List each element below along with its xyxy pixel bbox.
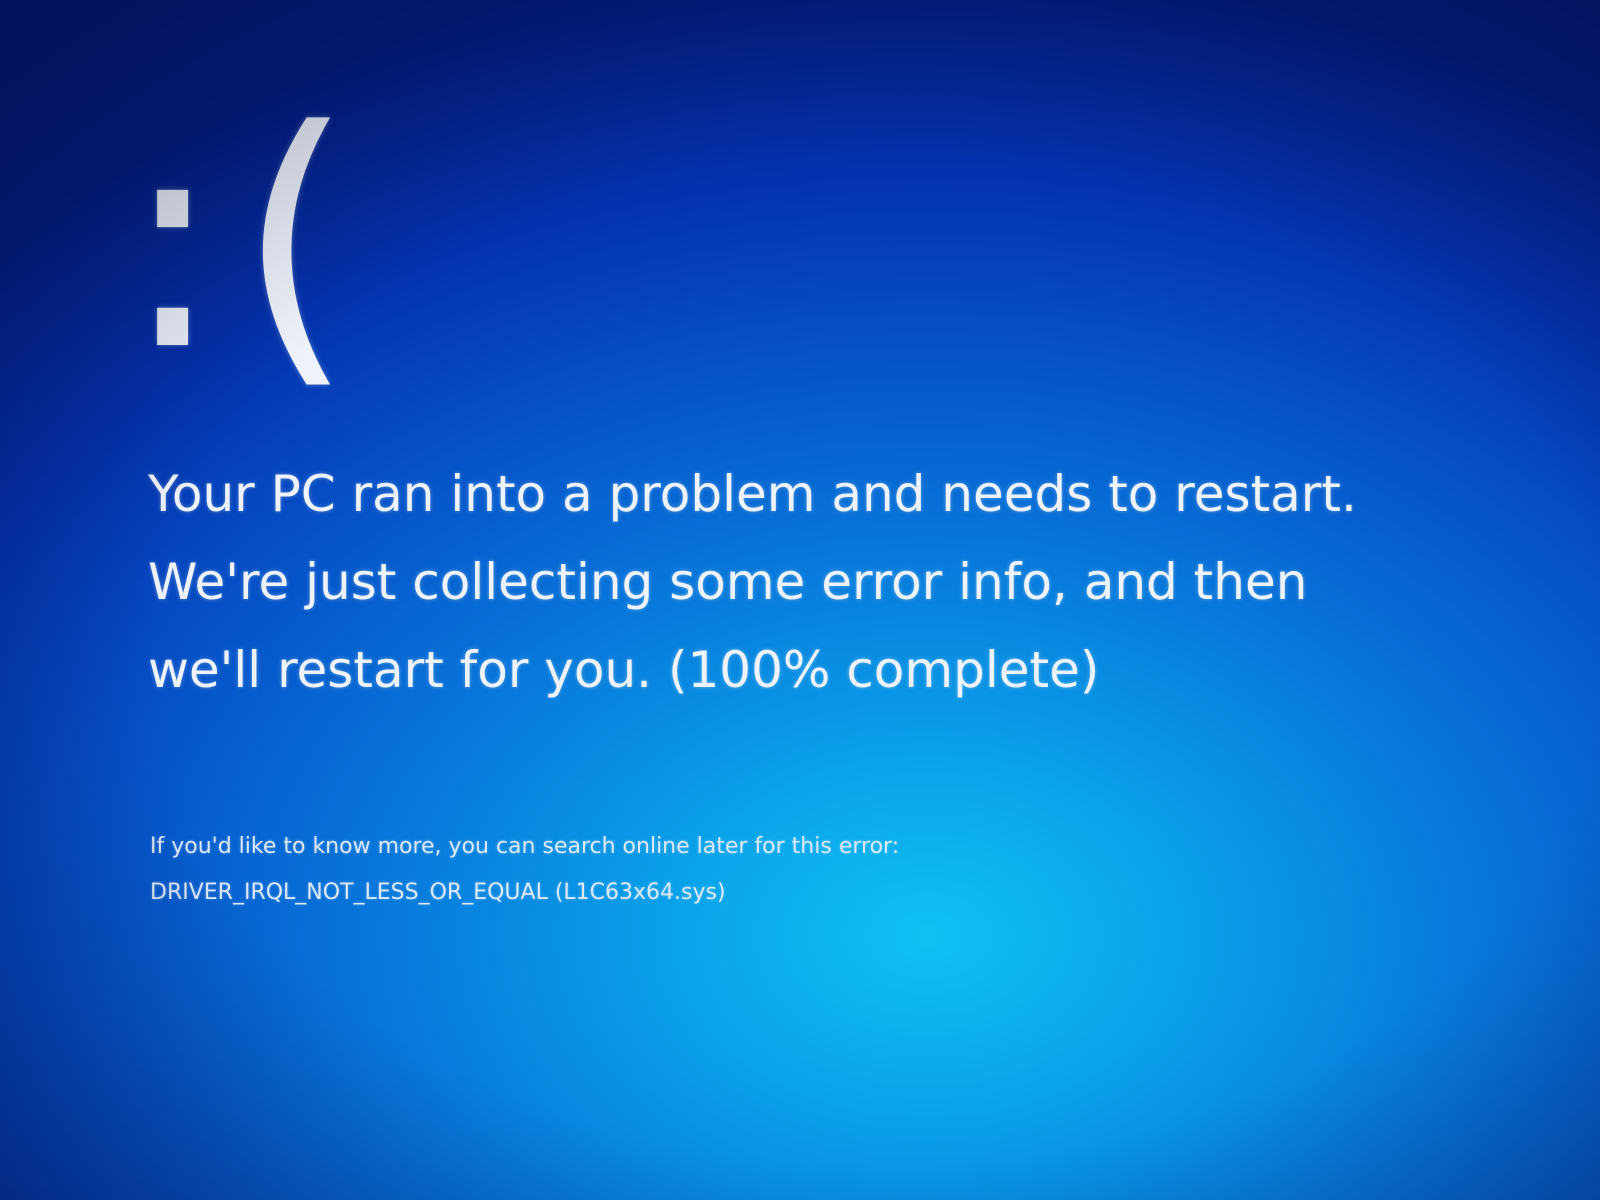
message-line-1: Your PC ran into a problem and needs to … [148,465,1357,523]
message-line-2: We're just collecting some error info, a… [148,553,1308,611]
error-message: Your PC ran into a problem and needs to … [148,450,1448,714]
stop-code-text: DRIVER_IRQL_NOT_LESS_OR_EQUAL (L1C63x64.… [150,880,726,905]
search-hint-text: If you'd like to know more, you can sear… [150,834,900,859]
blue-screen-of-death: :( Your PC ran into a problem and needs … [0,0,1600,1200]
sad-face-emoticon: :( [122,67,369,416]
message-line-3: we'll restart for you. (100% complete) [148,641,1100,699]
error-info: If you'd like to know more, you can sear… [150,824,899,916]
